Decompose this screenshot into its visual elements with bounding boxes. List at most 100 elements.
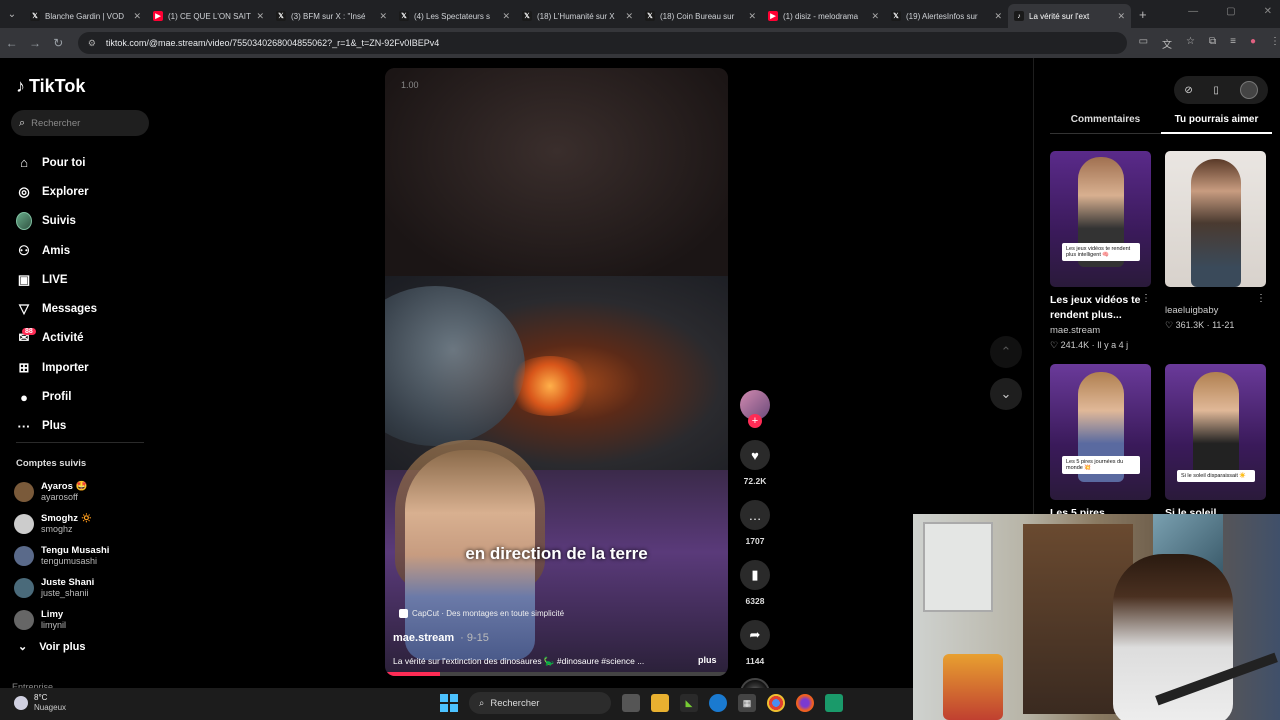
task-view-icon[interactable] (622, 694, 640, 712)
suggestion-thumbnail[interactable]: Les jeux vidéos te rendent plus intellig… (1050, 151, 1151, 287)
followed-account[interactable]: Tengu Musashi tengumusashi (14, 540, 109, 572)
close-tab-icon[interactable]: ✕ (502, 11, 510, 22)
suggestion-card[interactable]: Les 5 pires journées du monde 💥 Les 5 pi… (1050, 364, 1151, 521)
browser-tab[interactable]: 𝕏 (18) Coin Bureau sur ✕ (639, 4, 762, 28)
save-action[interactable]: ▮ 6328 (737, 560, 773, 606)
suggestion-card[interactable]: leaeluigbaby ♡ 361.3K · 11-21 ⋮ (1165, 151, 1266, 331)
search-input[interactable]: ⌕ Rechercher (11, 110, 149, 136)
browser-tab[interactable]: ♪ La vérité sur l'ext ✕ (1008, 4, 1131, 28)
like-action[interactable]: ♥ 72.2K (737, 440, 773, 486)
more-options-icon[interactable]: ⋮ (1141, 293, 1151, 304)
reading-list-icon[interactable]: ≡ (1230, 36, 1236, 51)
browser-tab[interactable]: 𝕏 (3) BFM sur X : "Insé ✕ (270, 4, 393, 28)
follow-plus-icon[interactable]: + (748, 414, 762, 428)
suggestion-card[interactable]: Si le soleil disparaissait ☀️ Si le sole… (1165, 364, 1266, 521)
share-action[interactable]: ➦ 1144 (737, 620, 773, 666)
more-options-icon[interactable]: ⋮ (1256, 293, 1266, 304)
store-icon[interactable]: ▦ (738, 694, 756, 712)
suggestion-thumbnail[interactable]: Si le soleil disparaissait ☀️ (1165, 364, 1266, 500)
sidebar-item-activit[interactable]: ✉ 88 Activité (16, 324, 97, 353)
author-name[interactable]: mae.stream (393, 632, 454, 644)
browser-tab[interactable]: 𝕏 (19) AlertesInfos sur ✕ (885, 4, 1008, 28)
heart-icon[interactable]: ♥ (740, 440, 770, 470)
sidebar-item-importer[interactable]: ⊞ Importer (16, 353, 97, 382)
tab-comments[interactable]: Commentaires (1050, 114, 1161, 134)
windows-start-icon[interactable] (440, 694, 458, 712)
nvidia-icon[interactable]: ◣ (680, 694, 698, 712)
close-tab-icon[interactable]: ✕ (379, 11, 387, 22)
close-tab-icon[interactable]: ✕ (133, 11, 141, 22)
device-icon[interactable]: ▯ (1213, 85, 1219, 96)
tab-search-button[interactable]: ⌄ (0, 0, 24, 28)
forward-button[interactable]: → (23, 36, 46, 50)
close-tab-icon[interactable]: ✕ (994, 11, 1002, 22)
browser-menu-icon[interactable]: ⋮ (1270, 36, 1280, 51)
video-progress-bar[interactable] (385, 672, 728, 676)
sidebar-item-suivis[interactable]: Suivis (16, 207, 97, 236)
sidebar-item-live[interactable]: ▣ LIVE (16, 265, 97, 294)
sidebar-item-explorer[interactable]: ◎ Explorer (16, 177, 97, 206)
browser-tab[interactable]: ▶ (1) CE QUE L'ON SAIT ✕ (147, 4, 270, 28)
followed-account[interactable]: Ayaros 🤩 ayarosoff (14, 476, 109, 508)
browser-tab[interactable]: 𝕏 Blanche Gardin | VOD ✕ (24, 4, 147, 28)
suggestion-card[interactable]: Les jeux vidéos te rendent plus intellig… (1050, 151, 1151, 351)
share-icon[interactable]: ➦ (740, 620, 770, 650)
next-video-button[interactable]: ⌄ (990, 378, 1022, 410)
edge-icon[interactable] (709, 694, 727, 712)
followed-account[interactable]: Smoghz 🔅 smoghz (14, 508, 109, 540)
close-tab-icon[interactable]: ✕ (1117, 11, 1125, 22)
creator-avatar[interactable]: + (740, 390, 770, 428)
comment-icon[interactable]: … (740, 500, 770, 530)
tiktok-logo[interactable]: ♪ TikTok (16, 76, 85, 97)
sidebar-item-amis[interactable]: ⚇ Amis (16, 236, 97, 265)
new-tab-button[interactable]: + (1139, 7, 1147, 22)
file-explorer-icon[interactable] (651, 694, 669, 712)
weather-widget[interactable]: 8°C Nuageux (14, 693, 66, 713)
taskbar-search[interactable]: ⌕ Rechercher (469, 692, 611, 714)
followed-account[interactable]: Juste Shani juste_shanii (14, 572, 109, 604)
suggestion-thumbnail[interactable] (1165, 151, 1266, 287)
sidebar-item-plus[interactable]: ··· Plus (16, 412, 97, 441)
capcut-anchor[interactable]: CapCut · Des montages en toute simplicit… (399, 609, 564, 618)
bookmark-icon[interactable]: ▮ (740, 560, 770, 590)
browser-tab[interactable]: 𝕏 (4) Les Spectateurs s ✕ (393, 4, 516, 28)
profile-icon[interactable]: ● (1250, 36, 1256, 51)
close-tab-icon[interactable]: ✕ (748, 11, 756, 22)
playback-speed[interactable]: 1.00 (401, 80, 419, 90)
user-avatar[interactable] (1239, 81, 1258, 99)
previous-video-button[interactable]: ⌃ (990, 336, 1022, 368)
firefox-icon[interactable] (796, 694, 814, 712)
expand-description-button[interactable]: plus (698, 655, 717, 665)
install-icon[interactable]: ▭ (1139, 36, 1148, 51)
maximize-button[interactable]: ▢ (1226, 6, 1235, 17)
close-window-button[interactable]: ✕ (1264, 6, 1272, 17)
sidebar-item-pourtoi[interactable]: ⌂ Pour toi (16, 148, 97, 177)
back-button[interactable]: ← (0, 36, 23, 50)
fire-image (505, 356, 595, 416)
sidebar-item-messages[interactable]: ▽ Messages (16, 294, 97, 323)
bookmark-star-icon[interactable]: ☆ (1186, 36, 1195, 51)
chrome-icon[interactable] (767, 694, 785, 712)
comment-action[interactable]: … 1707 (737, 500, 773, 546)
site-info-icon[interactable]: ⚙ (88, 38, 100, 49)
suggestion-thumbnail[interactable]: Les 5 pires journées du monde 💥 (1050, 364, 1151, 500)
sidebar-item-profil[interactable]: ● Profil (16, 382, 97, 411)
see-more-button[interactable]: ⌄ Voir plus (18, 640, 85, 654)
close-tab-icon[interactable]: ✕ (871, 11, 879, 22)
explore-icon[interactable]: ⊘ (1184, 85, 1192, 96)
tab-you-may-like[interactable]: Tu pourrais aimer (1161, 114, 1272, 134)
extensions-icon[interactable]: ⧉ (1209, 36, 1216, 51)
translate-icon[interactable]: 文 (1162, 36, 1172, 51)
thumbnail-overlay-text: Les 5 pires journées du monde 💥 (1062, 456, 1140, 474)
close-tab-icon[interactable]: ✕ (625, 11, 633, 22)
video-player[interactable]: 1.00 en direction de la terre CapCut · D… (385, 68, 728, 676)
video-author[interactable]: mae.stream · 9-15 (393, 632, 489, 644)
url-field[interactable]: ⚙ tiktok.com/@mae.stream/video/755034026… (77, 32, 1127, 54)
app-icon[interactable] (825, 694, 843, 712)
minimize-button[interactable]: — (1188, 6, 1198, 17)
browser-tab[interactable]: ▶ (1) disiz - melodrama ✕ (762, 4, 885, 28)
close-tab-icon[interactable]: ✕ (256, 11, 264, 22)
reload-button[interactable]: ↻ (47, 36, 70, 50)
followed-account[interactable]: Limy limynil (14, 604, 109, 636)
browser-tab[interactable]: 𝕏 (18) L'Humanité sur X ✕ (516, 4, 639, 28)
